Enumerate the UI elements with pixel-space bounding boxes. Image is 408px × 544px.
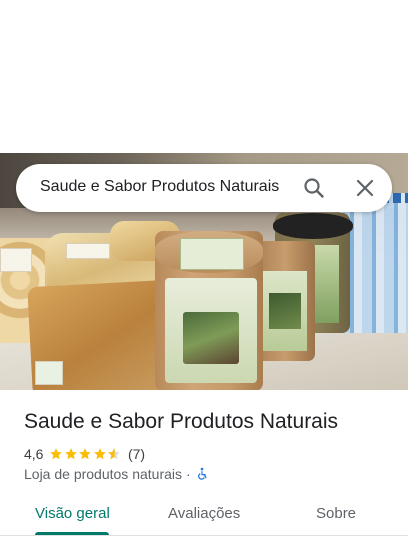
search-icon[interactable] [302,176,326,200]
photo-canister-sticker [180,238,244,270]
search-input[interactable]: Saude e Sabor Produtos Naturais [40,178,279,196]
separator-dot: · [186,466,191,482]
tab-about[interactable]: Sobre [316,505,356,522]
photo-price-tag [35,361,63,385]
rating-value: 4,6 [24,446,44,462]
photo-water-bottles [340,193,408,333]
photo-price-tag [66,243,110,259]
rating-stars [49,447,122,461]
place-title: Saude e Sabor Produtos Naturais [24,410,339,433]
category-row: Loja de produtos naturais · [24,465,209,483]
review-count[interactable]: (7) [128,446,145,462]
blank-header-area [0,0,408,153]
close-icon[interactable] [353,176,377,200]
tab-overview[interactable]: Visão geral [35,505,110,522]
photo-canister-label [165,278,257,383]
rating-row[interactable]: 4,6 (7) [24,445,145,463]
star-full-icon [79,448,92,460]
tabs-divider [0,535,408,536]
star-full-icon [94,448,106,460]
star-full-icon [65,448,77,460]
place-tabs: Visão geral Avaliações Sobre [0,495,408,537]
star-full-icon [50,448,63,460]
photo-canister-label [263,271,307,351]
photo-canister-lid [273,213,353,239]
star-half-icon [108,448,121,460]
photo-price-tag [0,248,32,272]
place-category: Loja de produtos naturais [24,466,182,482]
wheelchair-icon[interactable] [195,467,209,481]
search-bar[interactable]: Saude e Sabor Produtos Naturais [16,164,392,212]
tab-reviews[interactable]: Avaliações [168,505,240,522]
